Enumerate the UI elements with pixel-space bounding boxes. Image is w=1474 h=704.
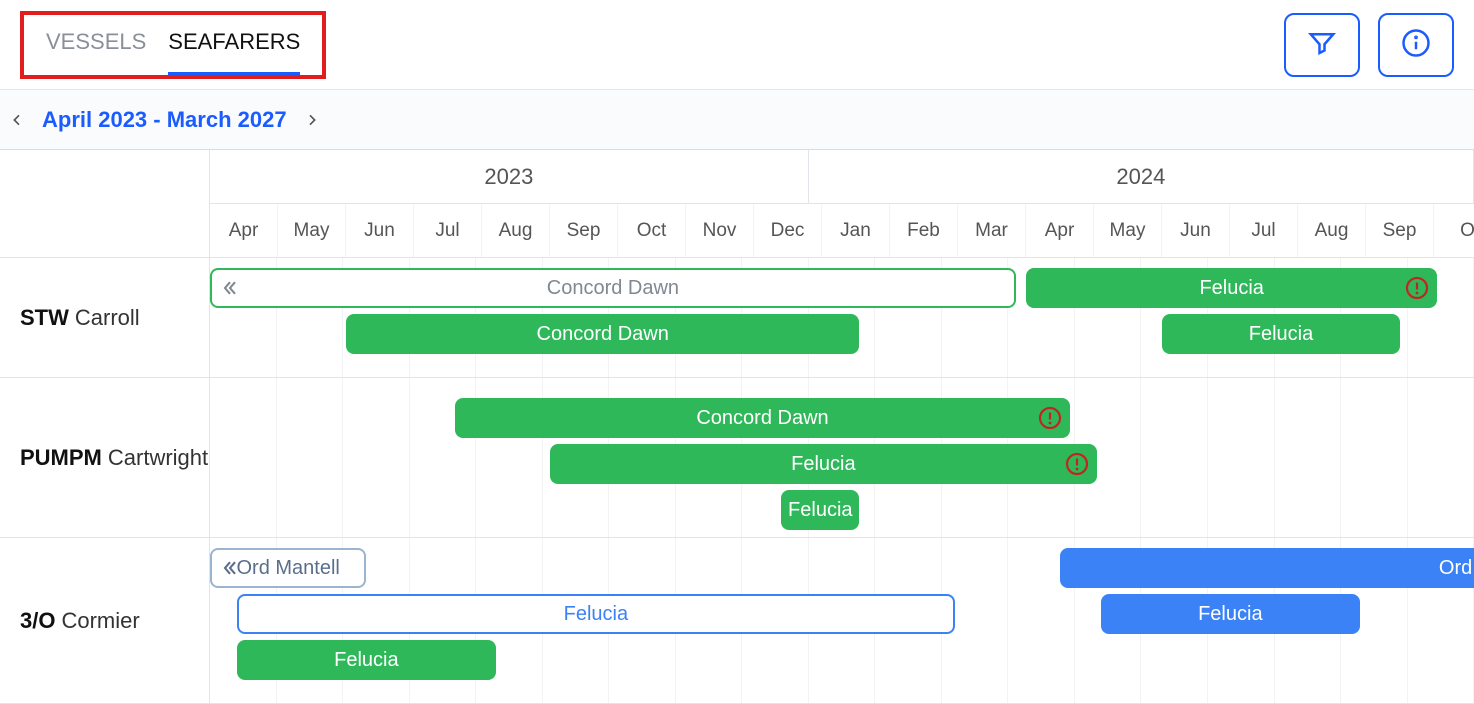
month-header: Nov [686,204,754,257]
month-header: Aug [482,204,550,257]
month-header: Jun [346,204,414,257]
assignment-bar[interactable]: Felucia [550,444,1097,484]
month-header: Aug [1298,204,1366,257]
assignment-label: Concord Dawn [547,277,679,300]
assignment-bar[interactable]: Felucia [237,640,495,680]
gantt-area: STWCarrollPUMPMCartwright3/OCormier 2023… [0,150,1474,704]
assignment-bar[interactable]: Concord Dawn [455,398,1070,438]
continues-left-icon [220,558,240,578]
lane-row: Ord Mantell Ord Ma Felucia Felucia Felucia [210,538,1474,704]
assignment-label: Felucia [564,603,628,626]
prev-range-button[interactable] [8,111,26,129]
month-header-row: AprMayJunJulAugSepOctNovDecJanFebMarAprM… [210,204,1474,258]
warning-icon [1038,406,1062,430]
person-name: Carroll [75,305,140,331]
person-rank: 3/O [20,608,55,634]
month-header: May [1094,204,1162,257]
month-header: Mar [958,204,1026,257]
tab-vessels[interactable]: VESSELS [46,29,146,67]
assignment-bar[interactable]: Felucia [1101,594,1360,634]
assignment-label: Felucia [791,453,855,476]
year-header: 2024 [809,150,1474,203]
assignment-bar[interactable]: Felucia [781,490,859,530]
assignment-label: Felucia [788,499,852,522]
info-icon [1401,28,1431,61]
person-rank: PUMPM [20,445,102,471]
info-button[interactable] [1378,13,1454,77]
assignment-label: Felucia [334,649,398,672]
assignment-label: Concord Dawn [537,323,669,346]
month-header: Jul [1230,204,1298,257]
assignment-bar[interactable]: Concord Dawn [346,314,859,354]
next-range-button[interactable] [303,111,321,129]
continues-left-icon [220,278,240,298]
month-header: Sep [1366,204,1434,257]
month-header: Apr [210,204,278,257]
lane-row: Concord Dawn Felucia Concord Dawn Felucia [210,258,1474,378]
tabs-highlight-box: VESSELS SEAFARERS [20,11,326,79]
person-name: Cartwright [108,445,208,471]
header-actions [1284,13,1454,77]
person-cell[interactable]: PUMPMCartwright [0,378,209,538]
person-cell[interactable]: STWCarroll [0,258,209,378]
assignment-label: Ord Mantell [237,557,340,580]
month-header: Jun [1162,204,1230,257]
year-header: 2023 [210,150,809,203]
tab-seafarers[interactable]: SEAFARERS [168,29,300,67]
month-header: Oct [618,204,686,257]
month-header: Feb [890,204,958,257]
filter-button[interactable] [1284,13,1360,77]
person-cell[interactable]: 3/OCormier [0,538,209,704]
month-header: Dec [754,204,822,257]
month-header: Apr [1026,204,1094,257]
person-rank: STW [20,305,69,331]
assignment-bar[interactable]: Ord Ma [1060,548,1474,588]
warning-icon [1065,452,1089,476]
assignment-label: Felucia [1198,603,1262,626]
timeline: 20232024 AprMayJunJulAugSepOctNovDecJanF… [210,150,1474,704]
assignment-label: Ord Ma [1439,557,1474,580]
month-header: Jul [414,204,482,257]
header-bar: VESSELS SEAFARERS [0,0,1474,90]
warning-icon [1405,276,1429,300]
people-column: STWCarrollPUMPMCartwright3/OCormier [0,150,210,704]
month-header: Jan [822,204,890,257]
assignment-bar[interactable]: Felucia [237,594,954,634]
person-name: Cormier [61,608,139,634]
month-header: May [278,204,346,257]
date-range-row: April 2023 - March 2027 [0,90,1474,150]
timeline-lanes: Concord DawnFeluciaConcord DawnFeluciaCo… [210,258,1474,704]
assignment-bar[interactable]: Ord Mantell [210,548,366,588]
assignment-label: Felucia [1199,277,1263,300]
left-header-spacer [0,150,209,258]
lane-row: Concord Dawn Felucia Felucia [210,378,1474,538]
assignment-bar[interactable]: Concord Dawn [210,268,1016,308]
assignment-label: Felucia [1249,323,1313,346]
assignment-label: Concord Dawn [696,407,828,430]
assignment-bar[interactable]: Felucia [1026,268,1437,308]
month-header: O [1434,204,1474,257]
date-range-label[interactable]: April 2023 - March 2027 [36,107,293,133]
month-header: Sep [550,204,618,257]
filter-icon [1307,28,1337,61]
year-header-row: 20232024 [210,150,1474,204]
assignment-bar[interactable]: Felucia [1162,314,1400,354]
